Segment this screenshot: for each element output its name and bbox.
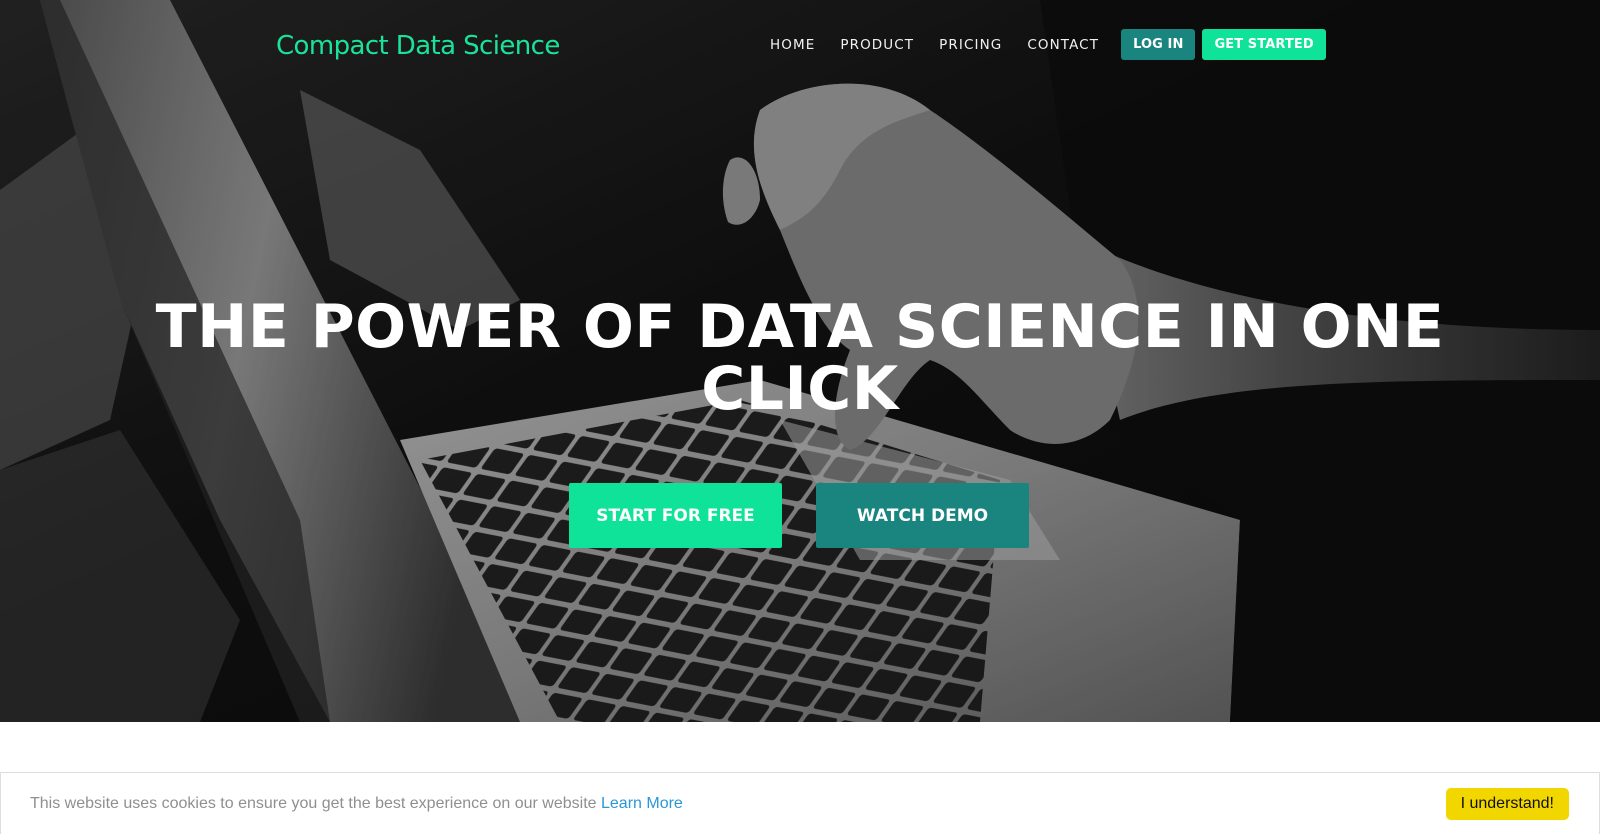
cookie-learn-more-link[interactable]: Learn More: [601, 795, 683, 812]
nav-product[interactable]: PRODUCT: [840, 37, 914, 53]
hero-headline: THE POWER OF DATA SCIENCE IN ONE CLICK: [155, 292, 1445, 424]
cookie-accept-button[interactable]: I understand!: [1445, 787, 1569, 820]
nav-home[interactable]: HOME: [770, 37, 815, 53]
watch-demo-button[interactable]: WATCH DEMO: [816, 483, 1029, 548]
cookie-message-container: This website uses cookies to ensure you …: [30, 795, 683, 813]
main-nav: HOME PRODUCT PRICING CONTACT LOG IN GET …: [770, 29, 1326, 60]
cookie-message: This website uses cookies to ensure you …: [30, 794, 597, 812]
nav-pricing[interactable]: PRICING: [939, 37, 1002, 53]
start-for-free-button[interactable]: START FOR FREE: [569, 483, 782, 548]
cookie-banner: This website uses cookies to ensure you …: [0, 772, 1600, 834]
login-button[interactable]: LOG IN: [1121, 29, 1196, 60]
nav-contact[interactable]: CONTACT: [1027, 37, 1099, 53]
hero-section: Compact Data Science HOME PRODUCT PRICIN…: [0, 0, 1600, 722]
get-started-button[interactable]: GET STARTED: [1202, 29, 1326, 60]
brand-logo[interactable]: Compact Data Science: [276, 31, 560, 61]
